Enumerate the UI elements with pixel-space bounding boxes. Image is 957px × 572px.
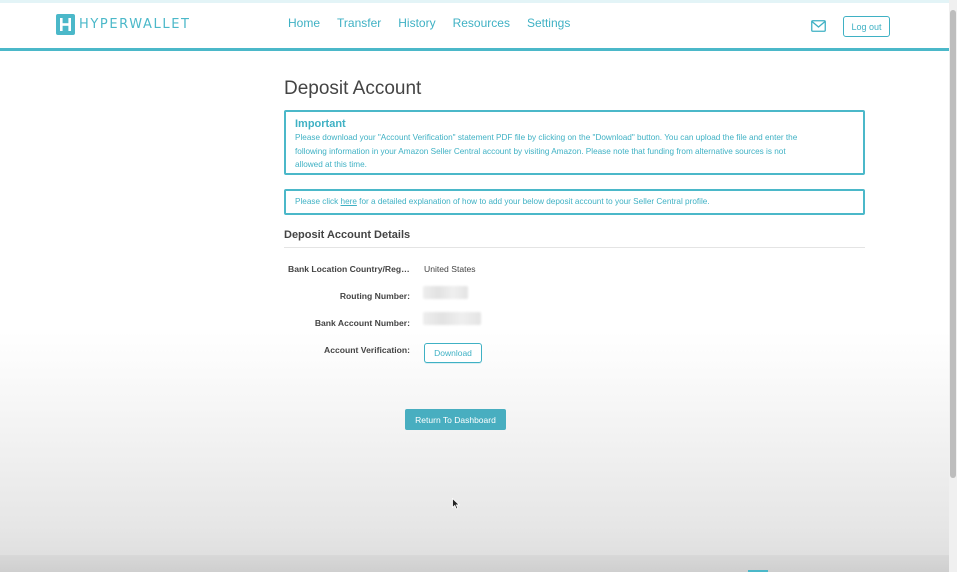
bank-location-label: Bank Location Country/Region: xyxy=(288,264,410,274)
main-nav: Home Transfer History Resources Settings xyxy=(288,16,587,30)
nav-history[interactable]: History xyxy=(398,16,435,30)
account-verification-label: Account Verification: xyxy=(324,345,410,355)
routing-number-label: Routing Number: xyxy=(339,291,410,301)
help-text-before: Please click xyxy=(295,197,341,206)
nav-home[interactable]: Home xyxy=(288,16,320,30)
mouse-pointer-icon xyxy=(452,497,461,510)
notice-line-1: Please download your "Account Verificati… xyxy=(295,133,798,142)
return-to-dashboard-button[interactable]: Return To Dashboard xyxy=(405,409,506,430)
bank-account-number-label: Bank Account Number: xyxy=(314,318,410,328)
scrollbar-thumb[interactable] xyxy=(950,10,956,478)
mail-icon[interactable] xyxy=(811,19,826,32)
top-header: HYPERWALLET Home Transfer History Resour… xyxy=(0,3,949,51)
help-text-after: for a detailed explanation of how to add… xyxy=(356,197,710,206)
help-here-link[interactable]: here xyxy=(341,197,357,206)
hyperwallet-logo-icon xyxy=(56,14,75,35)
routing-number-redacted xyxy=(423,286,468,299)
nav-transfer[interactable]: Transfer xyxy=(337,16,381,30)
help-notice: Please click here for a detailed explana… xyxy=(284,189,865,215)
notice-line-3: allowed at this time. xyxy=(295,160,367,169)
footer-band xyxy=(0,555,949,572)
nav-settings[interactable]: Settings xyxy=(527,16,570,30)
important-notice: Important Please download your "Account … xyxy=(284,110,865,175)
brand-logo[interactable]: HYPERWALLET xyxy=(56,14,191,35)
bank-location-value: United States xyxy=(424,264,476,274)
logout-button[interactable]: Log out xyxy=(843,16,890,37)
notice-line-2: following information in your Amazon Sel… xyxy=(295,146,786,156)
section-divider xyxy=(284,247,865,248)
brand-name: HYPERWALLET xyxy=(79,17,191,32)
nav-resources[interactable]: Resources xyxy=(453,16,510,30)
notice-title: Important xyxy=(295,118,346,130)
section-title: Deposit Account Details xyxy=(284,229,411,241)
download-button[interactable]: Download xyxy=(424,343,482,363)
bank-account-number-redacted xyxy=(423,312,481,325)
page-title: Deposit Account xyxy=(284,78,422,99)
